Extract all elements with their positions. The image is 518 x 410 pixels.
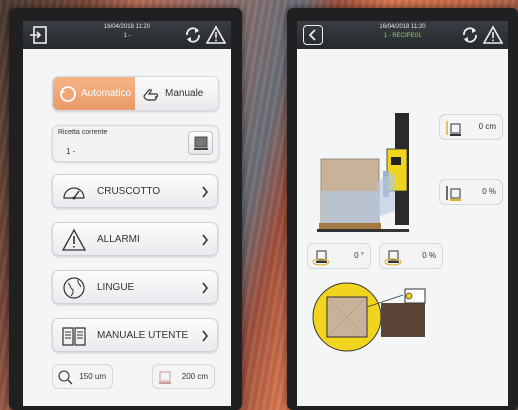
percent-top-param[interactable]: 0 %: [439, 179, 503, 205]
alarm-warning-icon[interactable]: [206, 25, 226, 45]
chevron-right-icon: [202, 330, 209, 342]
recipe-selector-button[interactable]: [188, 131, 213, 155]
refresh-icon[interactable]: [183, 25, 203, 45]
alarms-menu-button[interactable]: ALLARMI: [52, 222, 218, 256]
chevron-right-icon: [202, 282, 209, 294]
gauge-icon: [63, 187, 85, 200]
manual-mode-button[interactable]: Manuale: [135, 77, 218, 110]
book-icon: [62, 327, 86, 346]
percent-bottom-value: 0 %: [422, 251, 436, 260]
pallet-height-param[interactable]: 200 cm: [152, 364, 215, 389]
dashboard-menu-label: CRUSCOTTO: [97, 186, 161, 197]
globe-icon: [63, 277, 85, 299]
user-manual-menu-button[interactable]: MANUALE UTENTE: [52, 318, 218, 352]
rotation-speed-icon: [384, 250, 402, 266]
current-recipe-card[interactable]: Ricetta corrente 1 -: [52, 125, 219, 162]
automatic-mode-label: Automatico: [81, 88, 132, 99]
pallet-height-icon: [159, 371, 171, 384]
hand-icon: [143, 88, 159, 101]
pallet-height-value: 200 cm: [181, 372, 208, 381]
languages-menu-button[interactable]: LINGUE: [52, 270, 218, 304]
mode-toggle: Automatico Manuale: [52, 76, 219, 111]
chevron-right-icon: [202, 186, 209, 198]
angle-param[interactable]: 0 °: [307, 243, 371, 269]
current-recipe-value: 1 -: [66, 147, 76, 156]
left-hmi-bezel: 16/04/2018 11:20 1 - Automatico Manuale …: [9, 8, 242, 410]
languages-menu-label: LINGUE: [97, 282, 135, 293]
percent-top-value: 0 %: [482, 187, 496, 196]
automatic-mode-button[interactable]: Automatico: [53, 77, 135, 110]
film-thickness-icon: [58, 370, 73, 385]
manual-mode-label: Manuale: [165, 88, 204, 99]
left-topbar: 16/04/2018 11:20 1 -: [23, 21, 231, 49]
wrapper-side-view-diagram: [317, 113, 409, 232]
film-thickness-value: 150 um: [79, 372, 106, 381]
wrapper-top-view-diagram: [312, 282, 426, 352]
mast-base: [381, 303, 425, 337]
user-manual-menu-label: MANUALE UTENTE: [97, 330, 189, 341]
rotation-angle-icon: [312, 250, 330, 266]
pallet-base: [319, 223, 381, 229]
angle-value: 0 °: [354, 251, 364, 260]
alarms-menu-label: ALLARMI: [97, 234, 140, 245]
pallet-icon: [194, 136, 208, 150]
warning-icon: [61, 228, 87, 251]
right-topbar: 16/04/2018 11:20 1 - RECIPE01: [297, 21, 508, 49]
film-thickness-param[interactable]: 150 um: [52, 364, 113, 389]
left-hmi-screen: 16/04/2018 11:20 1 - Automatico Manuale …: [23, 21, 231, 406]
height-param[interactable]: 0 cm: [439, 114, 503, 140]
right-hmi-screen: 16/04/2018 11:20 1 - RECIPE01 0 cm 0 % 0…: [297, 21, 508, 406]
wrap-overlap-icon: [446, 186, 461, 201]
alarm-warning-icon[interactable]: [483, 25, 503, 45]
refresh-icon[interactable]: [460, 25, 480, 45]
right-hmi-bezel: 16/04/2018 11:20 1 - RECIPE01 0 cm 0 % 0…: [287, 8, 518, 410]
auto-cycle-icon: [60, 86, 76, 102]
percent-bottom-param[interactable]: 0 %: [379, 243, 443, 269]
chevron-right-icon: [202, 234, 209, 246]
height-arrow-icon: [446, 121, 461, 136]
height-value: 0 cm: [478, 122, 496, 131]
current-recipe-label: Ricetta corrente: [58, 129, 108, 136]
dashboard-menu-button[interactable]: CRUSCOTTO: [52, 174, 218, 208]
